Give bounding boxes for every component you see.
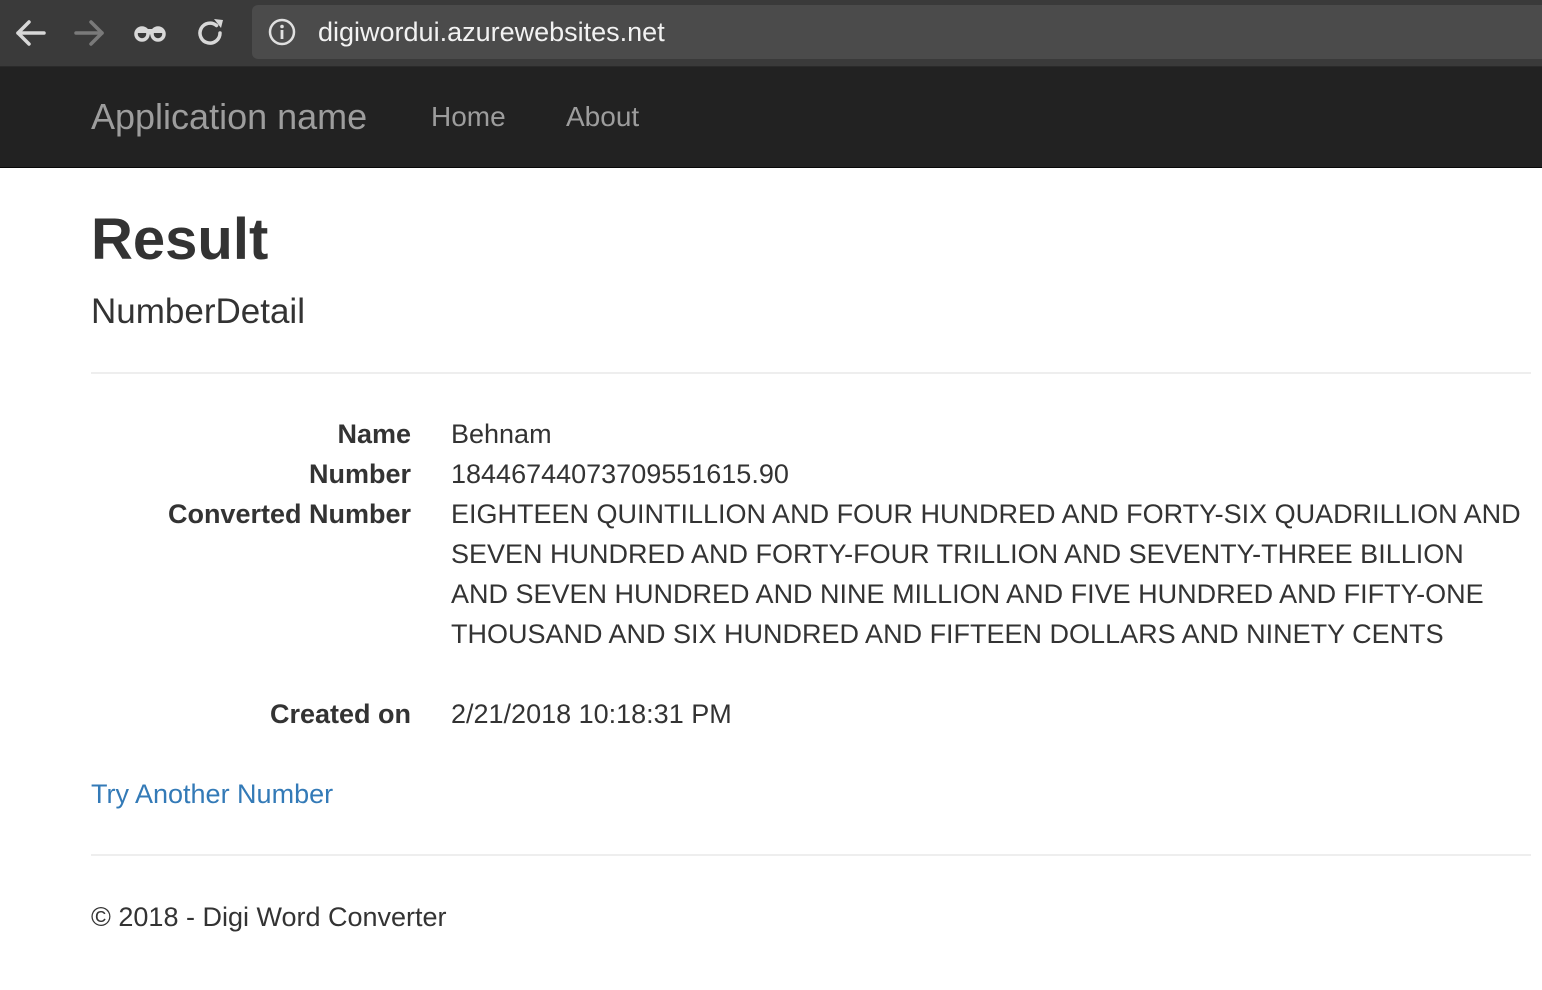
address-bar[interactable]: digiwordui.azurewebsites.net: [252, 5, 1542, 59]
page-title: Result: [91, 207, 269, 272]
try-another-number-link[interactable]: Try Another Number: [91, 774, 333, 814]
detail-value: EIGHTEEN QUINTILLION AND FOUR HUNDRED AN…: [451, 499, 1521, 649]
incognito-icon[interactable]: [130, 13, 170, 53]
detail-value: 18446744073709551615.90: [451, 459, 789, 489]
nav-link-home[interactable]: Home: [431, 101, 506, 133]
footer-copyright: © 2018 - Digi Word Converter: [91, 902, 447, 932]
detail-label: Number: [308, 459, 411, 489]
reload-icon[interactable]: [190, 13, 230, 53]
detail-value: 2/21/2018 10:18:31 PM: [451, 699, 732, 729]
detail-label: Created on: [269, 699, 411, 729]
detail-value: Behnam: [451, 419, 552, 449]
brand-link[interactable]: Application name: [91, 97, 367, 137]
page-subtitle: NumberDetail: [91, 292, 305, 331]
divider-bottom: [91, 854, 1531, 856]
url-text[interactable]: digiwordui.azurewebsites.net: [318, 17, 665, 47]
forward-arrow-icon[interactable]: [70, 13, 110, 53]
back-arrow-icon[interactable]: [10, 13, 50, 53]
detail-label: Name: [337, 419, 411, 449]
nav-link-about[interactable]: About: [566, 101, 639, 133]
detail-label: Converted Number: [167, 499, 411, 529]
site-navbar: Application name Home About: [0, 67, 1542, 168]
info-icon[interactable]: [268, 18, 296, 46]
browser-toolbar: digiwordui.azurewebsites.net: [0, 0, 1542, 67]
divider-top: [91, 372, 1531, 374]
